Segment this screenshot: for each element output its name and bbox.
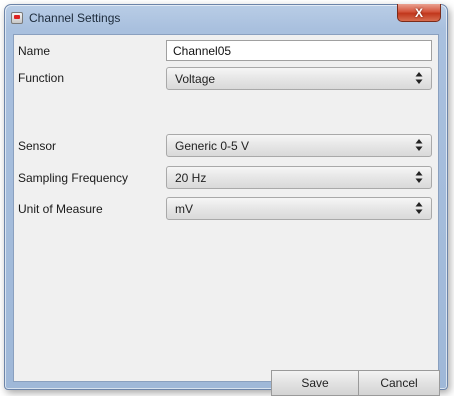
cancel-button[interactable]: Cancel [358, 370, 440, 396]
function-label: Function [18, 71, 65, 85]
title-bar[interactable]: Channel Settings X [5, 4, 447, 33]
updown-arrow-icon [415, 202, 423, 214]
unit-of-measure-select-value: mV [175, 202, 193, 216]
close-icon: X [414, 5, 423, 20]
app-icon [11, 12, 23, 24]
close-button[interactable]: X [397, 4, 441, 22]
sampling-frequency-label: Sampling Frequency [18, 171, 129, 185]
sensor-select-value: Generic 0-5 V [175, 139, 250, 153]
save-button[interactable]: Save [271, 370, 359, 396]
dialog-body: Name Channel05 Function Voltage Sensor G… [13, 34, 440, 396]
function-select-value: Voltage [175, 72, 216, 86]
updown-arrow-icon [415, 139, 423, 151]
name-input[interactable]: Channel05 [166, 40, 432, 61]
unit-of-measure-select[interactable]: mV [166, 197, 432, 220]
updown-arrow-icon [415, 72, 423, 84]
sampling-frequency-select-value: 20 Hz [175, 171, 207, 185]
updown-arrow-icon [415, 171, 423, 183]
unit-of-measure-label: Unit of Measure [18, 202, 103, 216]
sensor-label: Sensor [18, 139, 57, 153]
name-input-value: Channel05 [173, 44, 232, 58]
sampling-frequency-select[interactable]: 20 Hz [166, 166, 432, 189]
name-label: Name [18, 44, 51, 58]
window-title: Channel Settings [29, 11, 121, 25]
sensor-select[interactable]: Generic 0-5 V [166, 134, 432, 157]
function-select[interactable]: Voltage [166, 67, 432, 90]
channel-settings-window: Channel Settings X Name Channel05 Functi… [4, 4, 448, 396]
